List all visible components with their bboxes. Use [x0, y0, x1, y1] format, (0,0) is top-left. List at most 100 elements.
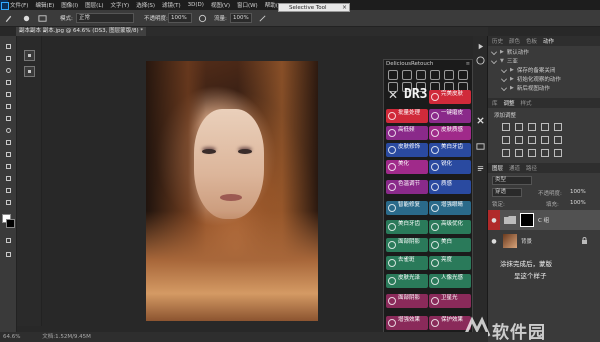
plugin-button[interactable]: 亮度 [429, 256, 471, 270]
plugin-button[interactable]: 美白牙齿 [386, 220, 428, 234]
tab-adjustments[interactable]: 调整 [504, 99, 515, 107]
menu-layer[interactable]: 图层(L) [85, 1, 103, 9]
eyedropper-tool-icon[interactable] [4, 102, 13, 111]
tab-swatches[interactable]: 色板 [526, 37, 537, 45]
quick-select-tool-icon[interactable] [4, 78, 13, 87]
play-icon[interactable] [476, 42, 485, 51]
color-balance-icon[interactable] [515, 136, 523, 144]
menu-view[interactable]: 视图(V) [211, 1, 230, 9]
background-color-swatch[interactable] [6, 219, 15, 228]
plugin-button[interactable]: 高级优化 [429, 220, 471, 234]
action-item[interactable]: ▶ 保存的备案关闭 [488, 65, 600, 74]
brightness-icon[interactable] [502, 123, 510, 131]
plugin-button[interactable]: 锐化 [429, 160, 471, 174]
menu-file[interactable]: 文件(F) [10, 1, 28, 9]
plugin-button[interactable]: 批量处理 [386, 109, 428, 123]
info-panel-icon[interactable] [24, 66, 35, 77]
brush-tool-icon[interactable] [4, 126, 13, 135]
plugin-button[interactable]: 卫星光 [429, 294, 471, 308]
menu-edit[interactable]: 编辑(E) [35, 1, 54, 9]
menu-image[interactable]: 图像(I) [61, 1, 78, 9]
plugin-button[interactable]: 去雀斑 [386, 256, 428, 270]
tab-paths[interactable]: 路径 [526, 164, 537, 172]
menu-window[interactable]: 窗口(W) [237, 1, 258, 9]
paragraph-icon[interactable] [476, 164, 485, 173]
invert-icon[interactable] [502, 149, 510, 157]
adjustments-icon[interactable] [476, 142, 485, 151]
plugin-button[interactable]: 一键磨皮 [429, 109, 471, 123]
plugin-button[interactable]: 美白 [429, 238, 471, 252]
plugin-button[interactable]: 质感 [429, 180, 471, 194]
brush-preset-icon[interactable] [22, 14, 31, 23]
hue-saturation-icon[interactable] [502, 136, 510, 144]
vibrance-icon[interactable] [554, 123, 562, 131]
plugin-button[interactable]: 增强眼睛 [429, 201, 471, 215]
history-brush-tool-icon[interactable] [4, 150, 13, 159]
curves-icon[interactable] [528, 123, 536, 131]
tab-color[interactable]: 颜色 [509, 37, 520, 45]
menu-3d[interactable]: 3D(D) [188, 2, 204, 8]
plugin-button[interactable]: 人像光感 [429, 274, 471, 288]
screen-mode-icon[interactable] [4, 250, 13, 259]
plugin-button[interactable]: 色温调节 [386, 180, 428, 194]
channel-mixer-icon[interactable] [554, 136, 562, 144]
layer-kind-filter[interactable]: 类型 [492, 176, 532, 185]
lasso-tool-icon[interactable] [4, 66, 13, 75]
threshold-icon[interactable] [528, 149, 536, 157]
selective-tool-window[interactable]: Selective Tool × [278, 3, 350, 12]
close-icon[interactable] [476, 116, 485, 125]
marquee-tool-icon[interactable] [4, 54, 13, 63]
action-item[interactable]: ▶ 新后视图动作 [488, 83, 600, 92]
clone-stamp-tool-icon[interactable] [4, 138, 13, 147]
layer-mask-thumbnail[interactable] [520, 213, 534, 227]
type-tool-icon[interactable] [4, 198, 13, 207]
exposure-icon[interactable] [541, 123, 549, 131]
history-panel-icon[interactable] [24, 50, 35, 61]
pen-tool-icon[interactable] [4, 186, 13, 195]
tab-history[interactable]: 历史 [492, 37, 503, 45]
menu-filter[interactable]: 滤镜(T) [162, 1, 181, 9]
layer-opacity-value[interactable]: 100% [570, 189, 586, 195]
plugin-button[interactable]: 高低频 [386, 126, 428, 140]
tool-icon-2[interactable] [402, 70, 412, 80]
tool-icon-3[interactable] [416, 70, 426, 80]
flow-input[interactable]: 100% [230, 13, 252, 23]
photo-filter-icon[interactable] [541, 136, 549, 144]
action-item[interactable]: ▶ 默认动作 [488, 47, 600, 56]
plugin-button[interactable]: 皮肤光泽 [386, 274, 428, 288]
plugin-button[interactable]: 美化 [386, 160, 428, 174]
tab-actions[interactable]: 动作 [543, 37, 554, 45]
plugin-button[interactable]: 面部阴影 [386, 238, 428, 252]
visibility-eye-icon[interactable]: ● [488, 210, 500, 230]
layer-row[interactable]: ● C 组 [488, 210, 600, 230]
quick-mask-icon[interactable] [4, 236, 13, 245]
levels-icon[interactable] [515, 123, 523, 131]
black-white-icon[interactable] [528, 136, 536, 144]
crop-tool-icon[interactable] [4, 90, 13, 99]
tab-channels[interactable]: 通道 [509, 164, 520, 172]
visibility-eye-icon[interactable]: ● [488, 231, 500, 251]
pressure-opacity-icon[interactable] [198, 14, 207, 23]
zoom-level[interactable]: 64.6% [3, 334, 20, 340]
fill-value[interactable]: 100% [570, 200, 586, 206]
brush-tool-icon[interactable] [4, 14, 13, 23]
menu-type[interactable]: 文字(Y) [111, 1, 130, 9]
tool-icon-4[interactable] [430, 70, 440, 80]
plugin-button[interactable]: 美白牙齿 [429, 143, 471, 157]
plugin-button[interactable]: 面部阴影 [386, 294, 428, 308]
move-tool-icon[interactable] [4, 42, 13, 51]
tool-icon-5[interactable] [444, 70, 454, 80]
opacity-input[interactable]: 100% [168, 13, 192, 23]
blend-mode-select[interactable]: 穿透 [492, 188, 522, 197]
mode-select[interactable]: 正常 [76, 13, 134, 23]
plugin-button[interactable]: 皮肤修饰 [386, 143, 428, 157]
document-tab[interactable]: 副本副本 副本.jpg @ 64.6% (DS3, 图层蒙版/8) * [16, 27, 146, 36]
tab-layers[interactable]: 图层 [492, 164, 503, 172]
brush-panel-icon[interactable] [38, 14, 47, 23]
close-icon[interactable]: × [342, 4, 347, 11]
info-icon[interactable] [476, 56, 485, 65]
plugin-button[interactable]: 完美皮肤 [429, 90, 471, 104]
plugin-button[interactable]: 增强效果 [386, 316, 428, 330]
tab-library[interactable]: 库 [492, 99, 498, 107]
menu-select[interactable]: 选择(S) [136, 1, 155, 9]
